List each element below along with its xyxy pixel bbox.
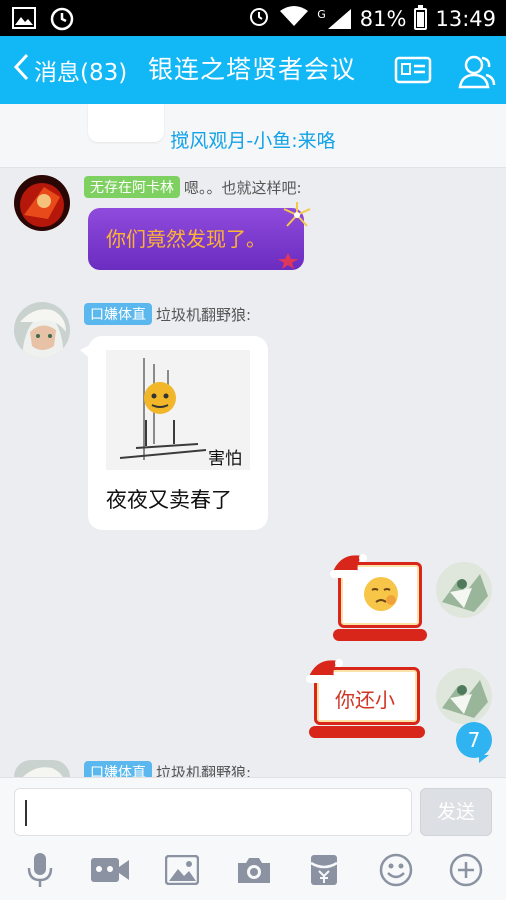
notice-text: 搅风观月-小鱼:来咯 [170,130,336,152]
back-label: 消息(83) [34,60,128,86]
alarm-icon [247,4,271,33]
send-button[interactable]: 发送 [420,788,492,836]
group-card-icon[interactable] [394,53,432,91]
network-type-label: G [317,7,326,21]
wifi-icon [279,5,309,32]
member-badge: 口嫌体直 [84,303,152,325]
member-badge: 无存在阿卡林 [84,176,180,198]
notice-strip[interactable]: 搅风观月-小鱼:来咯 [0,104,506,168]
message-input[interactable] [14,788,412,836]
message-bubble[interactable]: 害怕 夜夜又卖春了 [80,336,268,530]
message-text: 你还小 [335,688,395,712]
chat-title: 银连之塔贤者会议 [148,55,357,84]
ribbon [333,629,427,641]
avatar[interactable] [436,668,492,724]
plus-icon[interactable] [446,852,486,888]
santa-hat-icon [328,550,368,584]
star-icon [277,252,299,274]
clock: 13:49 [435,6,496,31]
image-icon[interactable] [162,852,202,888]
sticker-image[interactable]: 害怕 [106,350,250,470]
battery-percent: 81% [359,6,407,31]
title-bar: 消息(83) 银连之塔贤者会议 [0,36,506,104]
signal-icon: G [317,8,352,30]
avatar[interactable] [14,302,70,358]
message-meta: 口嫌体直 垃圾机翻野狼: [84,303,251,325]
message-text: 夜夜又卖春了 [106,488,232,512]
chevron-left-icon [12,52,30,88]
avatar[interactable] [436,562,492,618]
back-button[interactable]: 消息(83) [12,36,127,104]
battery-icon [414,4,428,30]
sticker-caption: 害怕 [208,449,242,469]
firework-icon [280,200,314,234]
red-packet-icon[interactable] [304,852,344,888]
avatar[interactable] [14,175,70,231]
camera-icon[interactable] [234,852,274,888]
message-meta: 无存在阿卡林 嗯。。也就这样吧: [84,176,302,198]
avatar[interactable] [14,760,70,777]
gallery-icon [12,7,36,35]
sender-name: 嗯。。也就这样吧: [184,178,302,197]
status-bar: G 81% 13:49 [0,0,506,36]
sync-icon [50,7,74,35]
sender-name: 垃圾机翻野狼: [156,305,252,324]
composer-bar: 发送 [0,777,506,900]
microphone-icon[interactable] [20,852,60,888]
unread-count-badge[interactable]: 7 [456,722,492,763]
ribbon [309,726,425,738]
emoji-picker-icon[interactable] [376,852,416,888]
message-bubble[interactable]: 你们竟然发现了。 [88,208,304,270]
video-call-icon[interactable] [90,852,130,888]
group-members-icon[interactable] [456,53,496,93]
santa-hat-icon [304,655,344,689]
